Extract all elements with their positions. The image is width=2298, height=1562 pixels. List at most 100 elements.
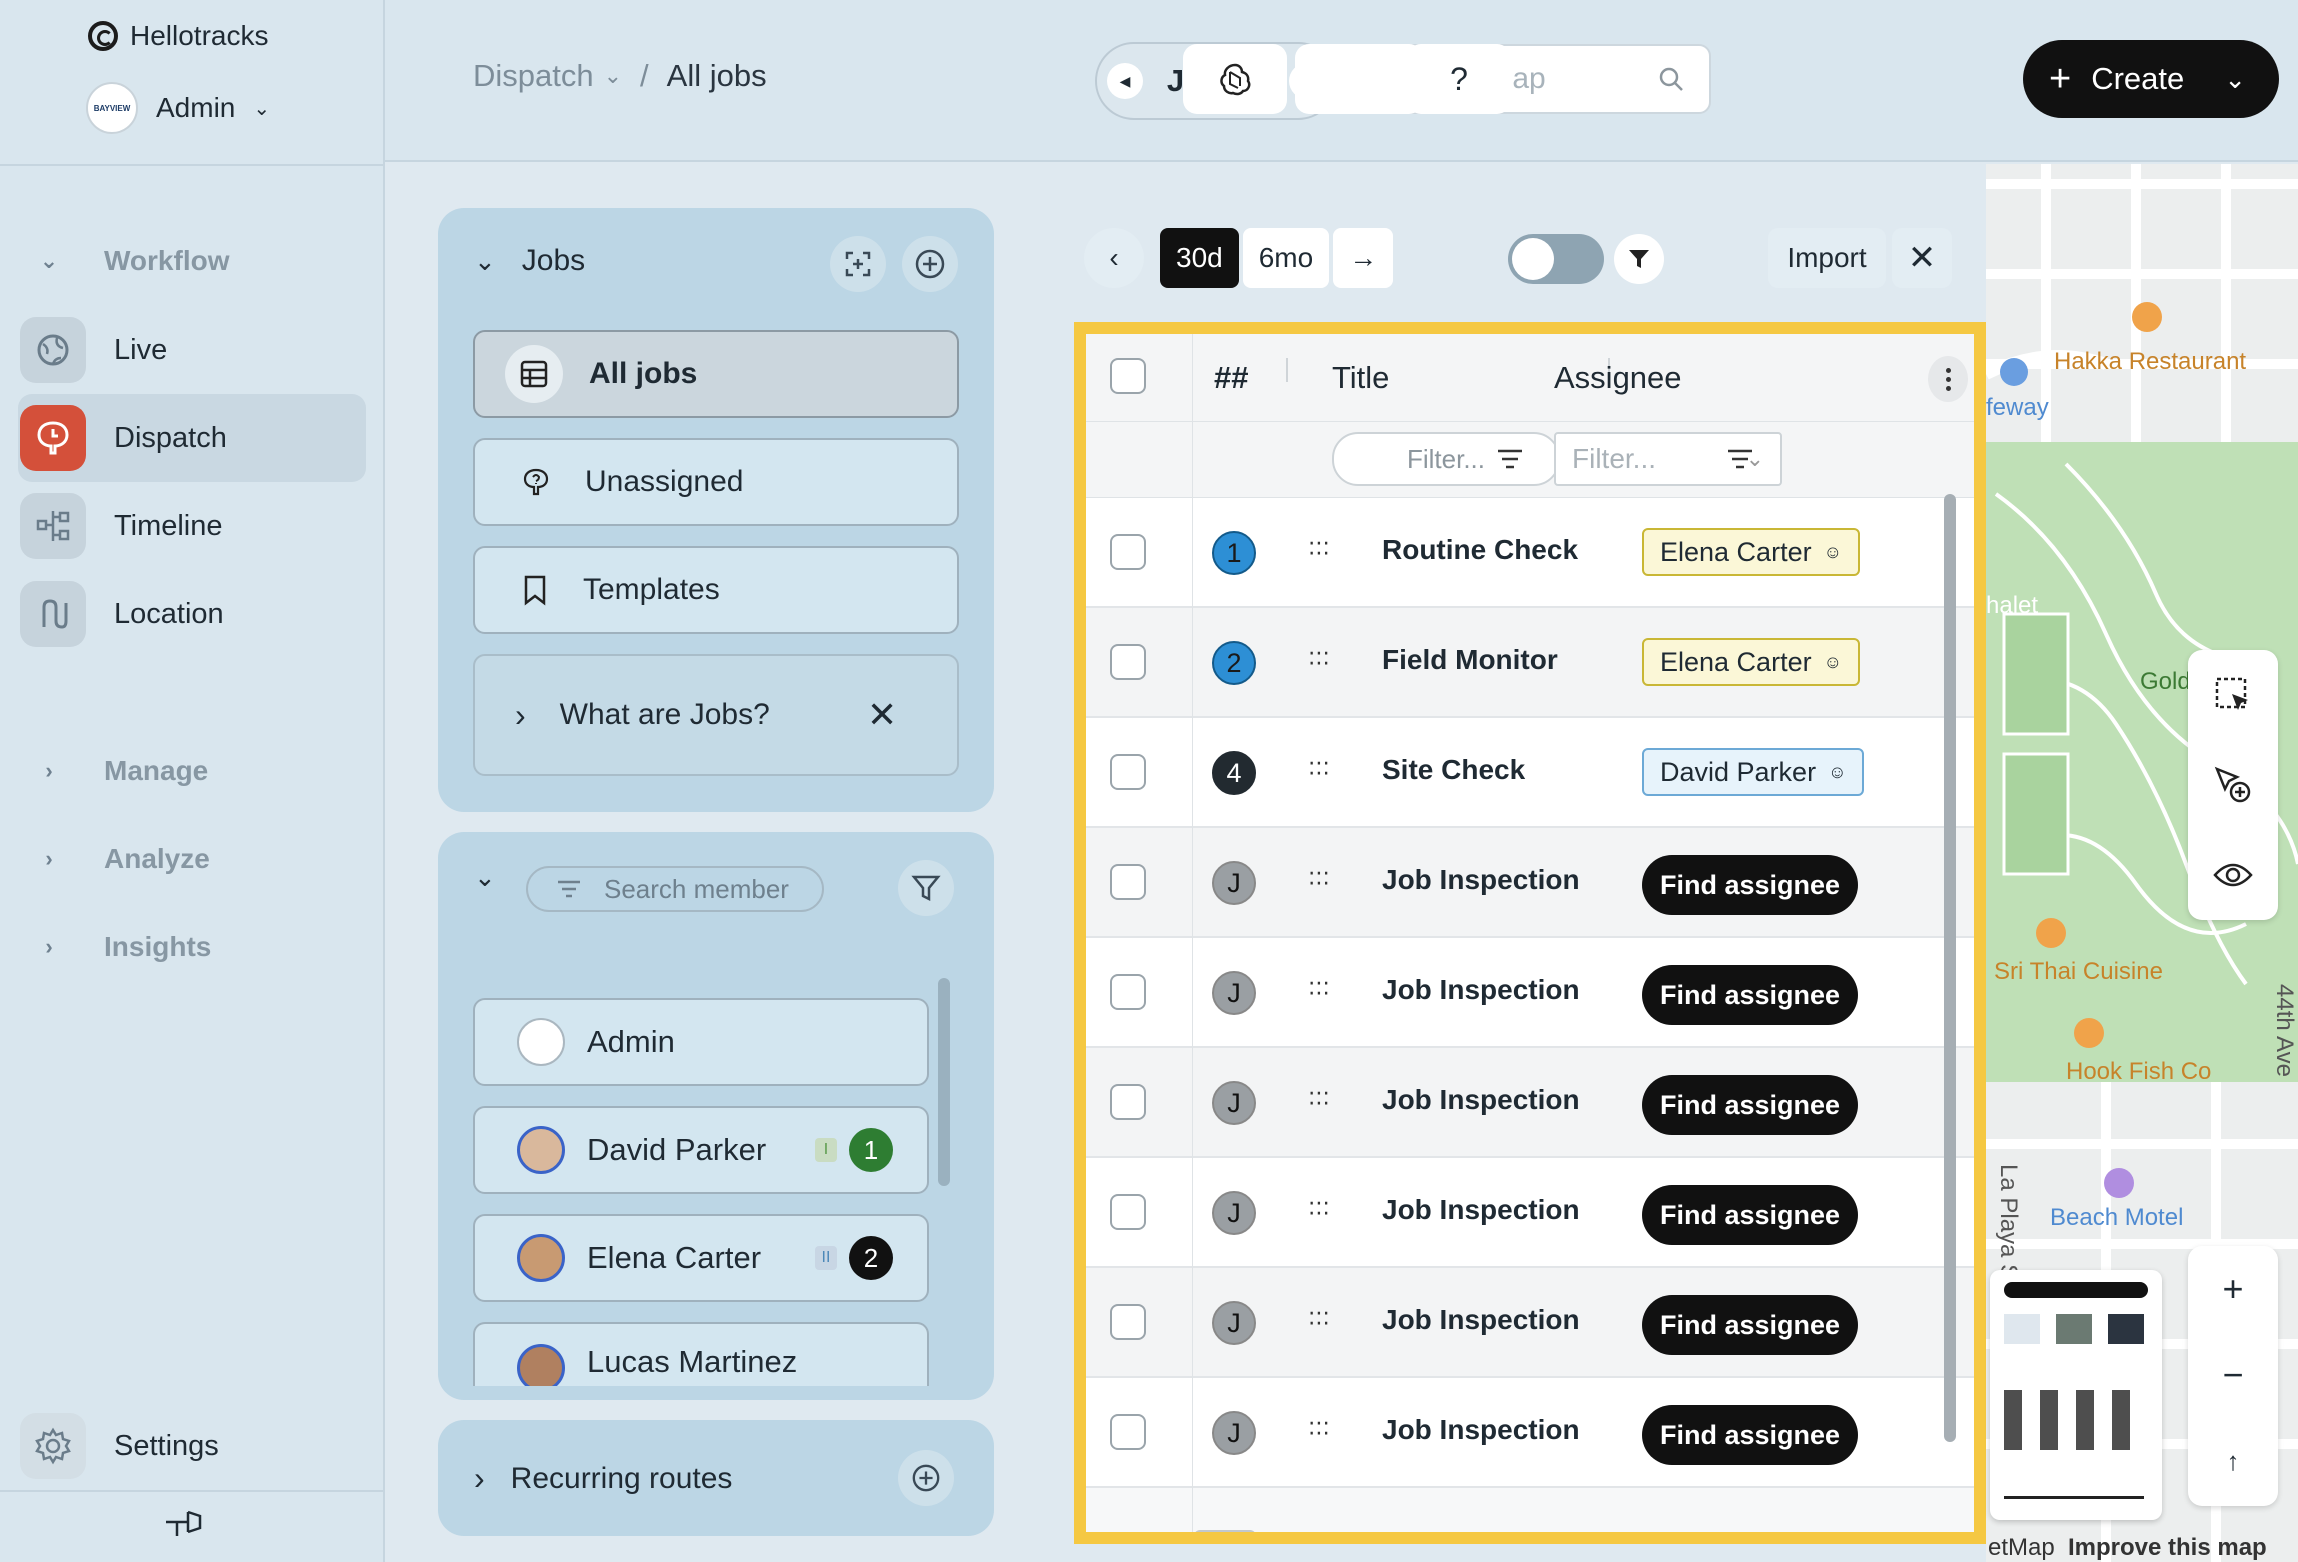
nav-group-workflow[interactable]: ⌄ Workflow [38, 245, 230, 277]
nav-group-insights[interactable]: › Insights [38, 931, 211, 963]
filter-button[interactable] [1614, 234, 1664, 284]
member-item[interactable]: Elena Carter II 2 [473, 1214, 929, 1302]
create-button[interactable]: + Create ⌄ [2023, 40, 2279, 118]
toggle-switch[interactable] [1508, 234, 1604, 284]
sidebar-item-dispatch[interactable]: Dispatch [18, 394, 366, 482]
table-row[interactable]: J ⋯ ⋯ Job Inspection Find assignee [1086, 938, 1974, 1048]
find-assignee-button[interactable]: Find assignee [1642, 965, 1859, 1025]
add-job-button[interactable] [902, 236, 958, 292]
sidebar-item-location[interactable]: Location [18, 570, 366, 658]
arrow-right-icon[interactable]: → [1333, 228, 1394, 288]
shop-pin-icon[interactable] [2000, 358, 2028, 386]
job-title[interactable]: Job Inspection [1382, 1304, 1580, 1336]
recurring-routes-header[interactable]: › Recurring routes [474, 1460, 732, 1497]
drag-handle-icon[interactable]: ⋯ ⋯ [1308, 862, 1334, 894]
what-are-jobs-help[interactable]: › What are Jobs? ✕ [473, 654, 959, 776]
members-scrollbar[interactable] [938, 978, 950, 1186]
map-poi-label[interactable]: Hakka Restaurant [2054, 348, 2246, 376]
member-item[interactable]: Admin [473, 998, 929, 1086]
view-templates[interactable]: Templates [473, 546, 959, 634]
filter-lines-icon[interactable] [1496, 448, 1524, 470]
map-layers-button[interactable] [1990, 1270, 2162, 1520]
sidebar-item-live[interactable]: Live [18, 306, 366, 394]
sidebar-item-timeline[interactable]: Timeline [18, 482, 366, 570]
job-title[interactable]: Job Inspection [1382, 974, 1580, 1006]
job-title[interactable]: Job Inspection [1382, 1194, 1580, 1226]
member-item[interactable]: David Parker I 1 [473, 1106, 929, 1194]
row-checkbox[interactable] [1110, 864, 1146, 900]
north-arrow-icon[interactable]: ↑ [2188, 1418, 2278, 1504]
breadcrumb-section[interactable]: Dispatch [473, 58, 594, 94]
map-poi-label[interactable]: feway [1986, 394, 2049, 422]
column-header-assignee[interactable]: Assignee [1554, 360, 1682, 396]
range-6mo-button[interactable]: 6mo [1242, 228, 1330, 288]
drag-handle-icon[interactable]: ⋯ ⋯ [1308, 1412, 1334, 1444]
table-row[interactable]: J ⋯ ⋯ Job Inspection Find assignee [1086, 1048, 1974, 1158]
restaurant-pin-icon[interactable] [2036, 918, 2066, 948]
hotel-pin-icon[interactable] [2104, 1168, 2134, 1198]
range-30d-button[interactable]: 30d [1160, 228, 1239, 288]
find-assignee-button[interactable]: Find assignee [1642, 1185, 1859, 1245]
map-poi-label[interactable]: Sri Thai Cuisine [1994, 958, 2163, 986]
restaurant-pin-icon[interactable] [2074, 1018, 2104, 1048]
job-title[interactable]: Site Check [1382, 754, 1525, 786]
assignee-chip[interactable]: Elena Carter ☺ [1642, 528, 1860, 576]
row-checkbox[interactable] [1110, 974, 1146, 1010]
ai-assistant-button[interactable] [1183, 44, 1287, 114]
member-search-input[interactable]: Search member [526, 866, 824, 912]
add-point-icon[interactable] [2188, 740, 2278, 830]
map-poi-label[interactable]: Beach Motel [2050, 1204, 2183, 1232]
org-switcher[interactable]: BAYVIEW Admin ⌄ [86, 82, 270, 134]
jobs-panel-header[interactable]: ⌄ Jobs [474, 244, 585, 278]
job-title[interactable]: Field Monitor [1382, 644, 1558, 676]
chevron-down-icon[interactable]: ⌄ [604, 63, 622, 89]
nav-group-manage[interactable]: › Manage [38, 755, 208, 787]
horizontal-scrollbar[interactable] [1194, 1530, 1256, 1532]
row-checkbox[interactable] [1110, 534, 1146, 570]
find-assignee-button[interactable]: Find assignee [1642, 1405, 1859, 1465]
row-checkbox[interactable] [1110, 644, 1146, 680]
table-row[interactable]: J ⋯ ⋯ Job Inspection Find assignee [1086, 1378, 1974, 1488]
map-poi-label[interactable]: Hook Fish Co [2066, 1058, 2211, 1086]
map-poi-label[interactable]: halet [1986, 592, 2038, 620]
select-all-checkbox[interactable] [1110, 358, 1146, 394]
column-header-title[interactable]: Title [1332, 360, 1389, 396]
table-row[interactable]: J ⋯ ⋯ Job Inspection Find assignee [1086, 1158, 1974, 1268]
view-all-jobs[interactable]: All jobs [473, 330, 959, 418]
job-title[interactable]: Job Inspection [1382, 864, 1580, 896]
brand[interactable]: Hellotracks [88, 20, 268, 52]
table-row[interactable]: J ⋯ ⋯ Job Inspection Find assignee [1086, 828, 1974, 938]
table-row[interactable]: 1 ⋯ ⋯ Routine Check Elena Carter ☺ [1086, 498, 1974, 608]
drag-handle-icon[interactable]: ⋯ ⋯ [1308, 752, 1334, 784]
find-assignee-button[interactable]: Find assignee [1642, 1295, 1859, 1355]
map-poi-label[interactable]: Gold [2140, 668, 2191, 696]
import-jobs-button[interactable] [830, 236, 886, 292]
sidebar-item-settings[interactable]: Settings [18, 1402, 366, 1490]
member-item[interactable]: Lucas Martinez [473, 1322, 929, 1386]
restaurant-pin-icon[interactable] [2132, 302, 2162, 332]
table-row[interactable]: 2 ⋯ ⋯ Field Monitor Elena Carter ☺ [1086, 608, 1974, 718]
filter-lines-icon[interactable] [1726, 448, 1754, 470]
job-title[interactable]: Job Inspection [1382, 1414, 1580, 1446]
drag-handle-icon[interactable]: ⋯ ⋯ [1308, 1082, 1334, 1114]
job-title[interactable]: Job Inspection [1382, 1084, 1580, 1116]
row-checkbox[interactable] [1110, 1194, 1146, 1230]
drag-handle-icon[interactable]: ⋯ ⋯ [1308, 1302, 1334, 1334]
chevron-down-icon[interactable]: ⌄ [474, 862, 496, 893]
table-row[interactable]: 4 ⋯ ⋯ Site Check David Parker ☺ [1086, 718, 1974, 828]
view-unassigned[interactable]: Unassigned [473, 438, 959, 526]
drag-handle-icon[interactable]: ⋯ ⋯ [1308, 1192, 1334, 1224]
zoom-out-button[interactable]: − [2188, 1332, 2278, 1418]
job-title[interactable]: Routine Check [1382, 534, 1578, 566]
pin-sidebar-icon[interactable] [162, 1506, 204, 1545]
row-checkbox[interactable] [1110, 754, 1146, 790]
previous-day-button[interactable]: ◀ [1107, 63, 1143, 99]
title-filter-input[interactable]: Filter... [1332, 432, 1560, 486]
find-assignee-button[interactable]: Find assignee [1642, 855, 1859, 915]
column-resizer[interactable] [1286, 358, 1288, 382]
nav-group-analyze[interactable]: › Analyze [38, 843, 210, 875]
help-button[interactable]: ? [1407, 44, 1511, 114]
table-scrollbar[interactable] [1944, 494, 1956, 1442]
eye-icon[interactable] [2188, 830, 2278, 920]
assignee-chip[interactable]: David Parker ☺ [1642, 748, 1865, 796]
